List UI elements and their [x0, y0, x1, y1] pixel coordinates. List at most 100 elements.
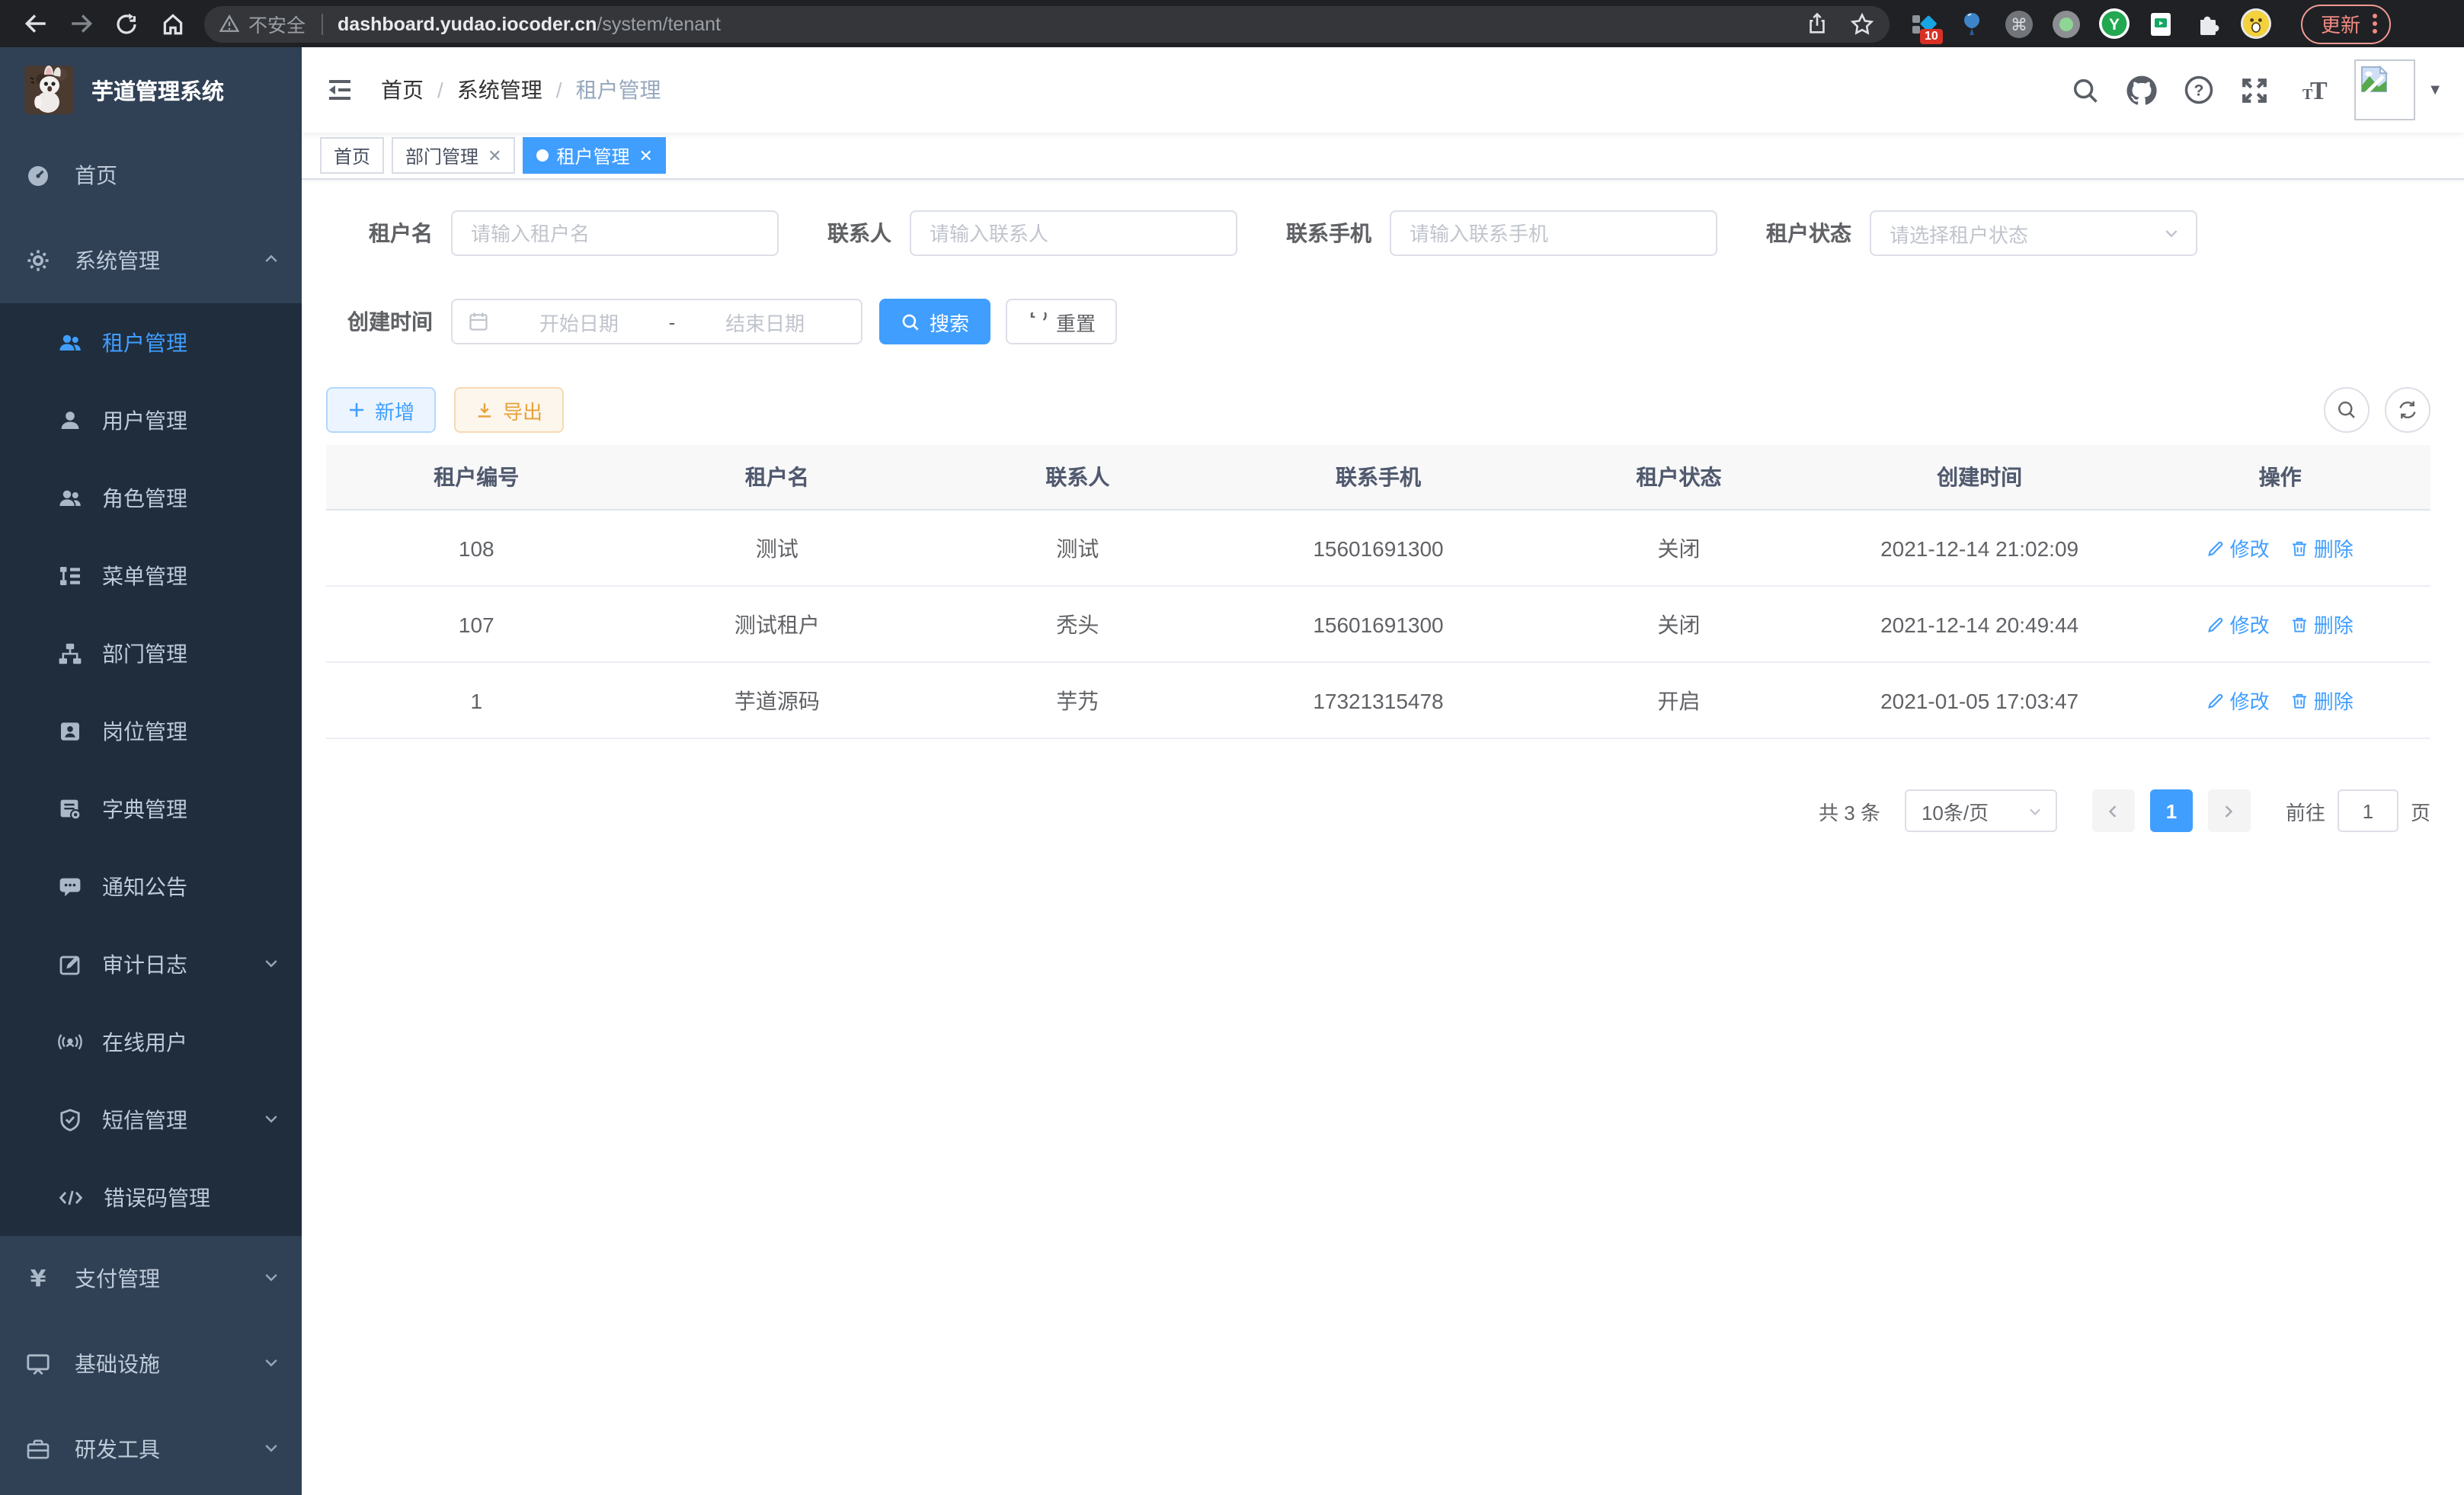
sidebar: 芋道管理系统 首页 系统管理 租户管理 — [0, 47, 302, 1495]
extension-dot-icon[interactable] — [2050, 7, 2083, 40]
delete-link[interactable]: 删除 — [2291, 610, 2354, 639]
reset-button[interactable]: 重置 — [1006, 299, 1117, 344]
edit-link[interactable]: 修改 — [2207, 533, 2270, 562]
sidebar-item-dept[interactable]: 部门管理 — [0, 614, 302, 692]
cell-created: 2021-01-05 17:03:47 — [1829, 662, 2130, 738]
add-button[interactable]: 新增 — [326, 387, 436, 433]
home-icon[interactable] — [149, 2, 195, 45]
delete-link[interactable]: 删除 — [2291, 686, 2354, 715]
extension-y-icon[interactable]: Y — [2097, 7, 2130, 40]
date-range-picker[interactable]: 开始日期 - 结束日期 — [451, 299, 862, 344]
app-logo[interactable]: 芋道管理系统 — [0, 47, 302, 133]
status-select[interactable]: 请选择租户状态 — [1870, 210, 2197, 256]
github-icon[interactable] — [2126, 74, 2158, 106]
site-security[interactable]: 不安全 — [219, 9, 306, 38]
tab-dept[interactable]: 部门管理 ✕ — [392, 137, 515, 174]
filter-contact: 联系人 — [827, 210, 1237, 256]
extensions-puzzle-icon[interactable] — [2191, 7, 2225, 40]
sidebar-item-audit-log[interactable]: 审计日志 — [0, 925, 302, 1003]
cell-tenant-name: 测试 — [627, 510, 928, 586]
sidebar-submenu-system: 租户管理 用户管理 角色管理 菜单管理 — [0, 303, 302, 1236]
sidebar-item-pay[interactable]: ¥ 支付管理 — [0, 1236, 302, 1321]
sidebar-item-home[interactable]: 首页 — [0, 133, 302, 218]
sidebar-item-online-users[interactable]: 在线用户 — [0, 1003, 302, 1080]
profile-avatar-icon[interactable] — [2238, 7, 2272, 40]
bookmark-star-icon[interactable] — [1850, 11, 1874, 36]
extension-slides-icon[interactable] — [2144, 7, 2178, 40]
fullscreen-icon[interactable] — [2240, 75, 2269, 104]
refresh-table-button[interactable] — [2385, 387, 2430, 433]
close-icon[interactable]: ✕ — [639, 146, 653, 165]
browser-update-button[interactable]: 更新 — [2301, 4, 2391, 43]
sidebar-item-label: 部门管理 — [102, 638, 187, 668]
filter-label: 联系人 — [827, 218, 891, 248]
mobile-input[interactable] — [1390, 210, 1717, 256]
svg-text:⌘: ⌘ — [2011, 15, 2027, 34]
page-size-select[interactable]: 10条/页 — [1905, 789, 2057, 832]
back-icon[interactable] — [12, 2, 58, 45]
reload-icon[interactable] — [104, 2, 149, 45]
search-button[interactable]: 搜索 — [879, 299, 990, 344]
breadcrumb-system[interactable]: 系统管理 — [457, 75, 542, 105]
goto-page-input[interactable] — [2338, 789, 2398, 832]
sidebar-item-role[interactable]: 角色管理 — [0, 459, 302, 536]
delete-link[interactable]: 删除 — [2291, 533, 2354, 562]
hide-search-button[interactable] — [2324, 387, 2370, 433]
tab-tenant[interactable]: 租户管理 ✕ — [523, 137, 667, 174]
sidebar-item-label: 支付管理 — [75, 1263, 160, 1294]
sidebar-item-user[interactable]: 用户管理 — [0, 381, 302, 459]
download-icon — [475, 400, 494, 420]
omnibox-divider — [321, 13, 322, 34]
next-page-button[interactable] — [2208, 789, 2251, 832]
sidebar-fold-icon[interactable] — [302, 47, 378, 133]
share-icon[interactable] — [1806, 12, 1829, 35]
sidebar-item-notice[interactable]: 通知公告 — [0, 847, 302, 925]
extension-diamond-icon[interactable]: 10 — [1908, 7, 1941, 40]
cell-tenant-name: 芋道源码 — [627, 662, 928, 738]
sidebar-item-label: 通知公告 — [102, 871, 187, 901]
extension-command-icon[interactable]: ⌘ — [2002, 7, 2036, 40]
url-bar[interactable]: 不安全 dashboard.yudao.iocoder.cn/system/te… — [204, 5, 1890, 42]
sidebar-item-devtools[interactable]: 研发工具 — [0, 1407, 302, 1492]
sidebar-item-post[interactable]: 岗位管理 — [0, 692, 302, 770]
search-icon — [901, 312, 920, 331]
tenant-name-input[interactable] — [451, 210, 779, 256]
sidebar-item-dict[interactable]: 字典管理 — [0, 770, 302, 847]
sidebar-item-system[interactable]: 系统管理 — [0, 218, 302, 303]
update-label: 更新 — [2321, 9, 2360, 38]
tab-home[interactable]: 首页 — [320, 137, 384, 174]
contact-input[interactable] — [910, 210, 1237, 256]
chevron-down-icon — [262, 1352, 280, 1376]
chevron-down-icon — [262, 1107, 280, 1132]
users-icon — [58, 485, 82, 510]
sidebar-item-infra[interactable]: 基础设施 — [0, 1321, 302, 1407]
sidebar-item-tenant[interactable]: 租户管理 — [0, 303, 302, 381]
browser-menu-icon[interactable] — [2373, 14, 2377, 34]
help-icon[interactable]: ? — [2184, 75, 2214, 105]
breadcrumb-home[interactable]: 首页 — [381, 75, 424, 105]
sidebar-item-sms[interactable]: 短信管理 — [0, 1080, 302, 1158]
search-icon[interactable] — [2071, 75, 2100, 104]
avatar[interactable] — [2354, 59, 2415, 120]
forward-icon[interactable] — [58, 2, 104, 45]
sidebar-item-error-code[interactable]: 错误码管理 — [0, 1158, 302, 1236]
prev-page-button[interactable] — [2092, 789, 2135, 832]
close-icon[interactable]: ✕ — [488, 146, 501, 165]
sidebar-item-menu[interactable]: 菜单管理 — [0, 536, 302, 614]
edit-link[interactable]: 修改 — [2207, 610, 2270, 639]
extension-balloon-icon[interactable] — [1955, 7, 1989, 40]
cell-created: 2021-12-14 20:49:44 — [1829, 586, 2130, 662]
logo-rabbit-icon — [24, 66, 73, 114]
font-size-icon[interactable]: TT — [2295, 75, 2328, 105]
export-button[interactable]: 导出 — [454, 387, 564, 433]
page-number-1[interactable]: 1 — [2150, 789, 2193, 832]
sidebar-item-label: 审计日志 — [102, 949, 187, 979]
pagination-goto: 前往 页 — [2286, 789, 2430, 832]
edit-link[interactable]: 修改 — [2207, 686, 2270, 715]
table-row: 107 测试租户 秃头 15601691300 关闭 2021-12-14 20… — [326, 586, 2430, 662]
start-date-placeholder: 开始日期 — [498, 307, 660, 336]
chevron-right-icon — [2221, 802, 2238, 819]
user-menu[interactable]: ▼ — [2354, 59, 2443, 120]
table-toolbar: 新增 导出 — [326, 387, 2430, 433]
active-dot — [537, 149, 549, 162]
